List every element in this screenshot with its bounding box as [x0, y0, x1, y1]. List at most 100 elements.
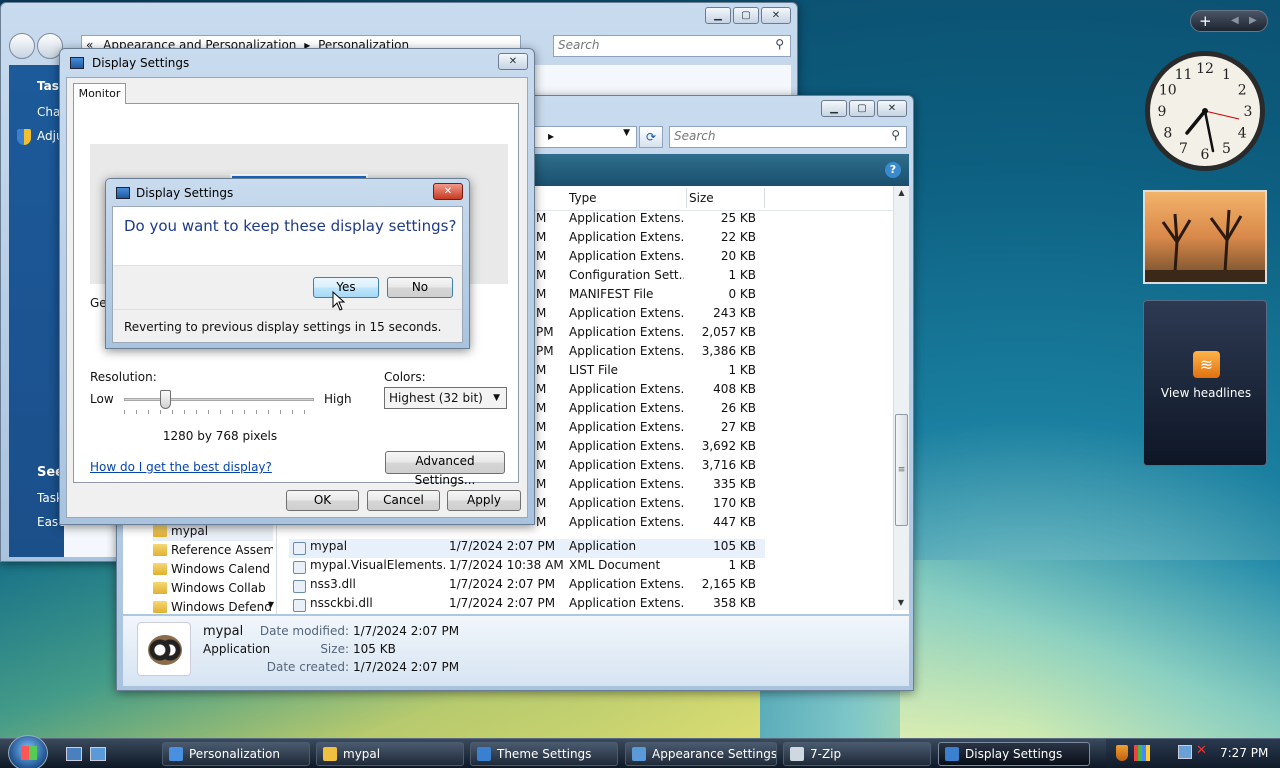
- slider-thumb[interactable]: [160, 390, 171, 409]
- taskbar-item[interactable]: mypal: [316, 742, 464, 766]
- row-size: 105 KB: [713, 539, 756, 553]
- search-input[interactable]: Search ⚲: [553, 35, 791, 57]
- row-date: PM: [536, 325, 554, 339]
- row-date: M: [536, 211, 547, 225]
- cancel-button[interactable]: Cancel: [367, 490, 440, 511]
- next-icon[interactable]: ▶: [1249, 15, 1257, 26]
- slideshow-gadget[interactable]: [1143, 190, 1267, 284]
- close-button[interactable]: ✕: [498, 53, 528, 70]
- row-date: 1/7/2024 10:38 AM: [449, 558, 564, 572]
- minimize-button[interactable]: ▁: [821, 100, 847, 117]
- windows-logo-icon: [21, 746, 37, 760]
- clock-number: 6: [1201, 147, 1210, 163]
- start-button[interactable]: [8, 735, 48, 768]
- taskbar-item[interactable]: Personalization: [162, 742, 310, 766]
- apply-button[interactable]: Apply: [447, 490, 521, 511]
- detail-size-label: Size:: [320, 642, 349, 656]
- colors-select[interactable]: Highest (32 bit) ▼: [384, 387, 507, 409]
- maximize-button[interactable]: ▢: [849, 100, 875, 117]
- column-header-size[interactable]: Size: [689, 191, 714, 205]
- column-divider: [686, 188, 687, 208]
- back-icon[interactable]: [9, 33, 35, 59]
- resolution-slider[interactable]: [124, 390, 314, 416]
- taskbar-app-icon: [477, 747, 491, 761]
- taskbar-app-icon: [790, 747, 804, 761]
- minimize-button[interactable]: ▁: [705, 7, 731, 24]
- scroll-down-arrow[interactable]: ▼: [894, 596, 908, 610]
- tree-scroll-down[interactable]: ▼: [268, 600, 274, 609]
- confirm-titlebar[interactable]: Display Settings: [106, 179, 469, 207]
- display-settings-titlebar[interactable]: Display Settings: [60, 49, 534, 77]
- row-size: 447 KB: [713, 515, 756, 529]
- explorer-address-bar[interactable]: ▸ ▼: [533, 126, 637, 148]
- colors-label: Colors:: [384, 370, 426, 384]
- close-button[interactable]: ✕: [433, 183, 463, 200]
- file-icon: [293, 561, 306, 574]
- maximize-button[interactable]: ▢: [733, 7, 759, 24]
- chevron-down-icon[interactable]: ▼: [623, 128, 630, 138]
- prev-icon[interactable]: ◀: [1231, 15, 1239, 26]
- confirm-question: Do you want to keep these display settin…: [124, 217, 457, 235]
- tree-item[interactable]: Windows Defend: [153, 598, 273, 617]
- sidebar-change-link[interactable]: Cha: [37, 105, 60, 119]
- detail-size: 105 KB: [353, 642, 396, 656]
- vertical-scrollbar[interactable]: ▲ ≡ ▼: [893, 186, 909, 610]
- clock-number: 10: [1159, 83, 1177, 99]
- explorer-search-input[interactable]: Search ⚲: [669, 126, 907, 148]
- close-button[interactable]: ✕: [761, 7, 791, 24]
- row-date: M: [536, 458, 547, 472]
- wallpaper-glow: [900, 560, 1280, 740]
- add-gadget-icon[interactable]: +: [1199, 12, 1212, 30]
- resolution-low-label: Low: [90, 392, 114, 406]
- view-headlines-link[interactable]: View headlines: [1144, 386, 1268, 400]
- scrollbar-thumb[interactable]: ≡: [895, 414, 908, 526]
- table-row[interactable]: mypal 1/7/2024 2:07 PM Application 105 KB: [289, 539, 765, 558]
- row-date: M: [536, 401, 547, 415]
- tree-item[interactable]: Reference Assem: [153, 541, 273, 560]
- show-desktop-icon[interactable]: [66, 747, 82, 761]
- row-size: 20 KB: [720, 249, 756, 263]
- help-icon[interactable]: ?: [885, 162, 901, 178]
- personalization-controls: ▁ ▢ ✕: [705, 7, 791, 24]
- tree-item[interactable]: Windows Collab: [153, 579, 273, 598]
- taskbar-item-label: Theme Settings: [497, 747, 592, 761]
- security-center-icon[interactable]: [1134, 745, 1150, 761]
- feed-headlines-gadget[interactable]: ≋ View headlines: [1143, 300, 1267, 466]
- confirm-body: Do you want to keep these display settin…: [112, 206, 463, 343]
- tab-monitor[interactable]: Monitor: [73, 83, 126, 104]
- volume-muted-icon[interactable]: ✕: [1196, 743, 1207, 758]
- tree-item-label: Reference Assem: [171, 543, 273, 557]
- security-shield-icon[interactable]: [1116, 745, 1128, 761]
- taskbar-item[interactable]: Appearance Settings: [625, 742, 777, 766]
- refresh-icon[interactable]: ⟳: [639, 126, 663, 148]
- taskbar-item[interactable]: Theme Settings: [470, 742, 618, 766]
- scroll-up-arrow[interactable]: ▲: [894, 186, 909, 200]
- clock-gadget[interactable]: 12 12 3 45678 9 1011: [1141, 47, 1269, 175]
- search-icon[interactable]: ⚲: [891, 128, 900, 142]
- row-type: LIST File: [569, 363, 619, 377]
- row-type: Application: [569, 539, 637, 553]
- search-icon[interactable]: ⚲: [775, 37, 784, 51]
- ok-button[interactable]: OK: [286, 490, 359, 511]
- gadget-toolbar[interactable]: + ◀ ▶: [1190, 10, 1268, 32]
- no-button[interactable]: No: [387, 277, 453, 298]
- close-button[interactable]: ✕: [877, 100, 907, 117]
- tree-item[interactable]: Windows Calend: [153, 560, 273, 579]
- column-header-type[interactable]: Type: [569, 191, 597, 205]
- row-name: nssckbi.dll: [310, 596, 373, 610]
- help-link[interactable]: How do I get the best display?: [90, 460, 272, 474]
- row-size: 3,692 KB: [701, 439, 756, 453]
- yes-button[interactable]: Yes: [313, 277, 379, 298]
- clock-time[interactable]: 7:27 PM: [1220, 746, 1268, 760]
- row-type: Application Extens...: [569, 382, 684, 396]
- confirm-dialog[interactable]: Display Settings ✕ Do you want to keep t…: [105, 178, 470, 349]
- advanced-settings-button[interactable]: Advanced Settings...: [385, 451, 505, 487]
- countdown-text: Reverting to previous display settings i…: [124, 320, 442, 334]
- network-icon[interactable]: [1178, 745, 1192, 759]
- confirm-controls: ✕: [433, 183, 463, 200]
- switch-windows-icon[interactable]: [90, 747, 106, 761]
- row-type: Application Extens...: [569, 458, 684, 472]
- folder-icon: [153, 582, 167, 594]
- taskbar-item[interactable]: Display Settings: [938, 742, 1090, 766]
- taskbar-item[interactable]: 7-Zip: [783, 742, 931, 766]
